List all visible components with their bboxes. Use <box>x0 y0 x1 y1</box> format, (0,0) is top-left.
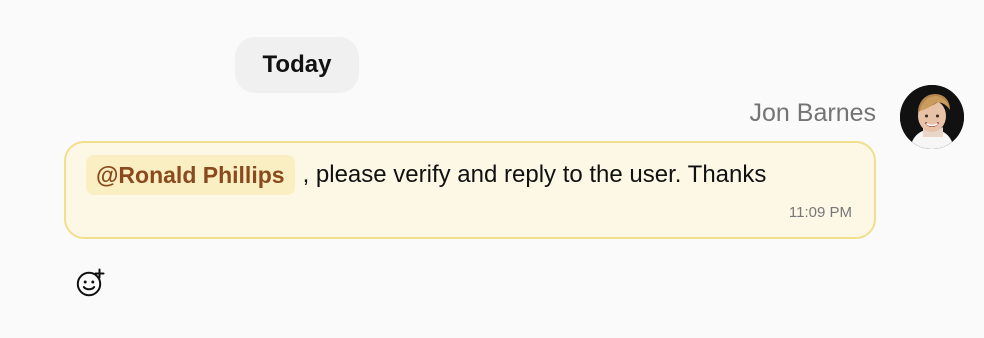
mention-chip[interactable]: @Ronald Phillips <box>86 155 295 195</box>
user-photo-avatar-icon <box>900 85 964 149</box>
emoji-add-icon <box>76 268 105 297</box>
message-timestamp: 11:09 PM <box>788 204 852 221</box>
message-text: , please verify and reply to the user. T… <box>302 161 767 188</box>
sender-name: Jon Barnes <box>749 99 876 127</box>
date-divider: Today <box>235 37 359 93</box>
message-line: @Ronald Phillips , please verify and rep… <box>86 155 766 195</box>
message-bubble[interactable]: @Ronald Phillips , please verify and rep… <box>64 141 876 239</box>
avatar[interactable] <box>900 85 964 149</box>
add-reaction-button[interactable] <box>74 267 106 299</box>
